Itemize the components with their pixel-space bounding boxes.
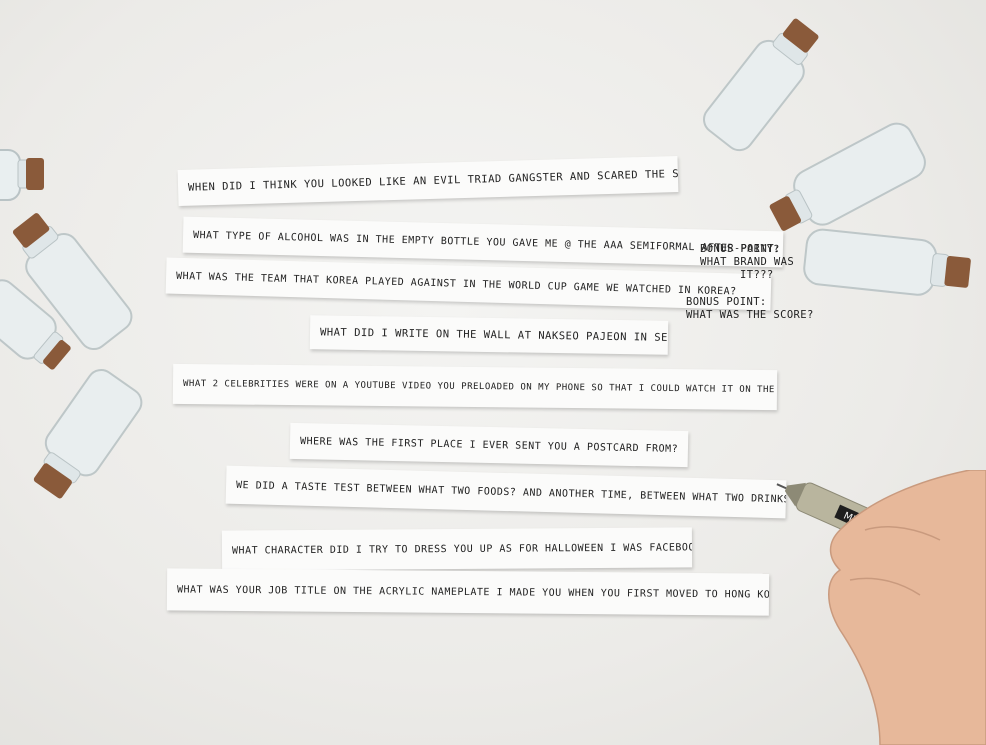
question-strip-8: WHAT CHARACTER DID I TRY TO DRESS YOU UP…	[221, 527, 693, 571]
hand-holding-pen: MICRON	[776, 470, 986, 745]
question-strip-3: WHAT WAS THE TEAM THAT KOREA PLAYED AGAI…	[165, 257, 772, 311]
bonus-note-score-line2: WHAT WAS THE SCORE?	[686, 309, 814, 321]
glass-bottle-right-2	[769, 122, 926, 231]
question-strip-9: WHAT WAS YOUR JOB TITLE ON THE ACRYLIC N…	[166, 568, 770, 616]
bonus-note-brand: BONUS POINT: WHAT BRAND WAS IT???	[700, 243, 794, 282]
question-strip-5: WHAT 2 CELEBRITIES WERE ON A YOUTUBE VID…	[172, 363, 778, 411]
glass-bottle-left-4	[33, 369, 143, 499]
glass-bottle-left-3	[0, 279, 71, 370]
question-strip-7: WE DID A TASTE TEST BETWEEN WHAT TWO FOO…	[225, 465, 787, 519]
bonus-note-brand-line3: IT???	[740, 269, 774, 281]
bonus-note-score-line1: BONUS POINT:	[686, 296, 767, 308]
bonus-note-score: BONUS POINT: WHAT WAS THE SCORE?	[686, 296, 814, 322]
bonus-note-brand-line1: BONUS POINT:	[700, 243, 781, 255]
question-strip-1: WHEN DID I THINK YOU LOOKED LIKE AN EVIL…	[177, 156, 679, 206]
question-strip-4: WHAT DID I WRITE ON THE WALL AT NAKSEO P…	[309, 315, 669, 355]
question-strip-6: WHERE WAS THE FIRST PLACE I EVER SENT YO…	[289, 422, 689, 468]
bonus-note-brand-line2: WHAT BRAND WAS	[700, 256, 795, 268]
glass-bottle-right-3	[803, 228, 971, 296]
